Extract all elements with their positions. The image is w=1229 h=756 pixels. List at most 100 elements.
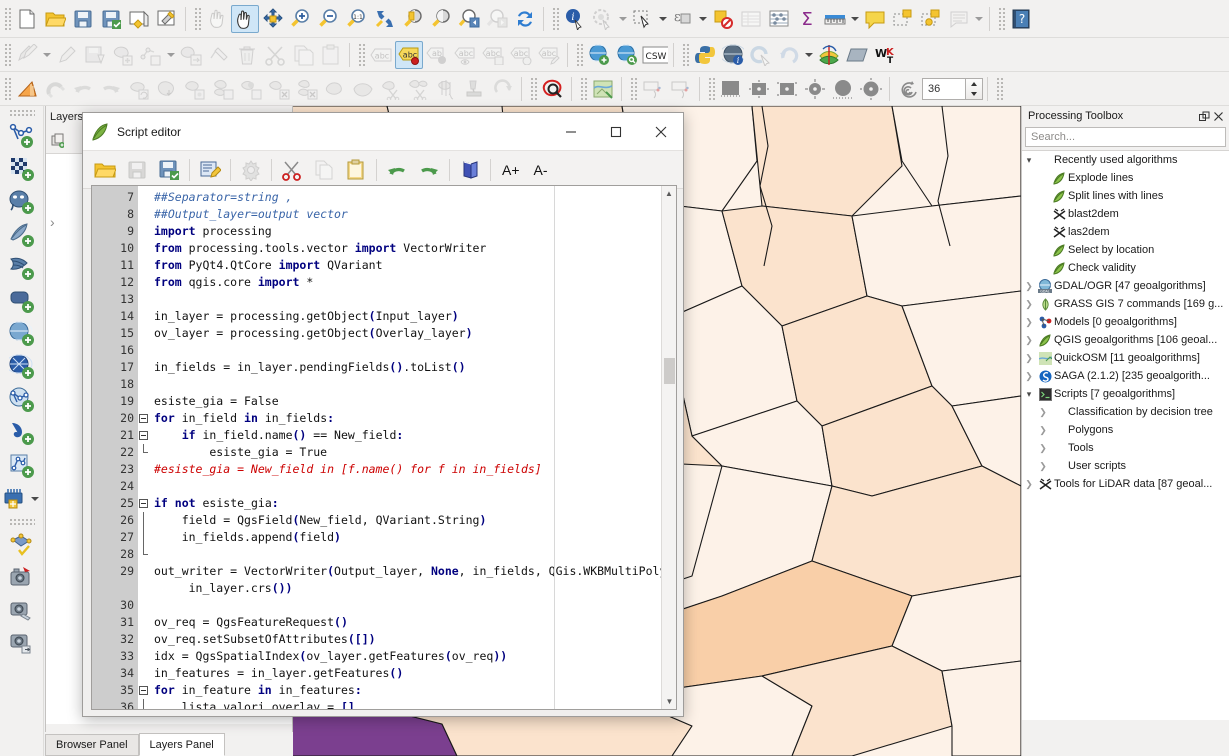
toolbox-tree-item[interactable]: ❯ GRASS GIS 7 commands [169 g... — [1022, 295, 1229, 313]
paste-button[interactable] — [340, 154, 372, 186]
toolbar-grip[interactable] — [629, 75, 637, 102]
chevron-right-icon[interactable]: ❯ — [1036, 425, 1050, 436]
composer-manager-button[interactable] — [153, 5, 181, 33]
add-part-button[interactable] — [209, 75, 237, 103]
toolbox-tree-item[interactable]: ❯ User scripts — [1022, 457, 1229, 475]
shape-segments-stepper[interactable] — [966, 77, 983, 100]
toolbox-tree-item[interactable]: ❯ GDAL GDAL/OGR [47 geoalgorithms] — [1022, 277, 1229, 295]
qgis2web-button[interactable] — [5, 561, 39, 594]
redo-button[interactable] — [97, 75, 125, 103]
move-feature-button[interactable] — [177, 41, 205, 69]
chevron-down-icon[interactable]: ▾ — [1022, 389, 1036, 400]
rotate-point-symbols-button[interactable] — [489, 75, 517, 103]
pan-map-button[interactable] — [231, 4, 259, 33]
toolbar-grip[interactable] — [529, 75, 537, 102]
script-editor-titlebar[interactable]: Script editor — [83, 113, 683, 151]
zoom-out-button[interactable] — [315, 5, 343, 33]
touch-zoom-pan-button[interactable] — [203, 5, 231, 33]
current-edits-dropdown[interactable] — [41, 41, 53, 69]
python-console-button[interactable] — [691, 41, 719, 69]
toolbox-tree-item[interactable]: las2dem — [1022, 223, 1229, 241]
metasearch-button[interactable]: i — [719, 41, 747, 69]
qgis-cloud-button[interactable] — [747, 41, 775, 69]
toolbar-grip[interactable] — [8, 109, 35, 117]
new-text-annotation-button[interactable] — [889, 5, 917, 33]
statistical-summary-button[interactable]: Σ — [793, 5, 821, 33]
new-print-composer-button[interactable] — [125, 5, 153, 33]
semi-automatic-classification-button[interactable] — [815, 41, 843, 69]
toolbar-grip[interactable] — [3, 5, 11, 32]
pan-to-selection-button[interactable] — [259, 5, 287, 33]
delete-selected-button[interactable] — [233, 41, 261, 69]
tab-browser-panel[interactable]: Browser Panel — [45, 734, 139, 756]
wkt-button[interactable]: WKT — [871, 41, 899, 69]
toolbox-tree-item[interactable]: ❯ Polygons — [1022, 421, 1229, 439]
shape-square-center-button[interactable] — [745, 75, 773, 103]
rotate-label-button[interactable]: abc — [507, 41, 535, 69]
add-mssql-layer-button[interactable] — [5, 251, 39, 284]
delete-part-button[interactable] — [293, 75, 321, 103]
script-editor-code-area[interactable]: 7 8 9 10 11 12 13 14 15 16 17 18 19 20 21 22 23 24 25 26 27 2… — [91, 185, 677, 710]
zoom-last-button[interactable] — [455, 5, 483, 33]
toolbox-tree-item[interactable]: ❯ Tools for LiDAR data [87 geoal... — [1022, 475, 1229, 493]
merge-attributes-button[interactable] — [461, 75, 489, 103]
toolbox-search-input[interactable]: Search... — [1025, 127, 1226, 147]
undo-button[interactable] — [69, 75, 97, 103]
show-hide-labels-button[interactable]: ab — [423, 41, 451, 69]
map-tips-button[interactable] — [861, 5, 889, 33]
rotate-feature-button[interactable] — [125, 75, 153, 103]
toolbox-tree-item[interactable]: ❯ Classification by decision tree — [1022, 403, 1229, 421]
current-edits-button[interactable] — [13, 41, 41, 69]
copy-button[interactable] — [308, 154, 340, 186]
freehand-raster-button[interactable] — [5, 594, 39, 627]
annotation-dropdown[interactable] — [973, 5, 985, 33]
zoom-in-button[interactable] — [287, 5, 315, 33]
toolbar-grip[interactable] — [193, 5, 201, 32]
zoom-to-layer-button[interactable] — [427, 5, 455, 33]
chevron-right-icon[interactable]: ❯ — [1022, 479, 1036, 490]
fold-marker[interactable] — [138, 410, 150, 427]
snapping-options-button[interactable] — [41, 75, 69, 103]
chevron-right-icon[interactable]: ❯ — [1022, 317, 1036, 328]
new-project-button[interactable] — [13, 5, 41, 33]
add-group-icon[interactable] — [50, 133, 64, 148]
select-features-dropdown[interactable] — [657, 5, 669, 33]
label-button[interactable]: abc — [367, 41, 395, 69]
code-folding-column[interactable] — [138, 186, 150, 709]
spiral-button[interactable] — [894, 75, 922, 103]
georeferencer-button[interactable] — [589, 75, 617, 103]
run-script-button[interactable] — [235, 154, 267, 186]
toolbar-grip[interactable] — [3, 75, 11, 102]
toolbar-grip[interactable] — [681, 41, 689, 68]
feature-action-dropdown[interactable] — [617, 5, 629, 33]
script-editor-dialog[interactable]: Script editor A+ A- 7 8 9 10 11 12 13 14… — [82, 112, 684, 717]
toolbox-tree-item[interactable]: ❯ SAGA (2.1.2) [235 geoalgorith... — [1022, 367, 1229, 385]
identify-features-button[interactable]: i — [561, 5, 589, 33]
undock-icon[interactable] — [1197, 109, 1211, 123]
add-spatialite-layer-button[interactable] — [5, 218, 39, 251]
chevron-right-icon[interactable]: ❯ — [1022, 353, 1036, 364]
open-script-button[interactable] — [89, 154, 121, 186]
add-raster-layer-button[interactable] — [5, 152, 39, 185]
deselect-features-button[interactable] — [709, 5, 737, 33]
zoom-next-button[interactable] — [483, 5, 511, 33]
measure-dropdown[interactable] — [849, 5, 861, 33]
fold-marker[interactable] — [138, 512, 150, 529]
toolbox-tree[interactable]: ▾ Recently used algorithms Explode lines Sp… — [1022, 150, 1229, 720]
save-project-button[interactable] — [69, 5, 97, 33]
fold-marker[interactable] — [138, 699, 150, 709]
pin-labels-button[interactable]: abc — [395, 40, 423, 69]
change-label-button[interactable]: abc — [535, 41, 563, 69]
toolbar-grip[interactable] — [3, 41, 11, 68]
toolbox-tree-item[interactable]: ▾ Scripts [7 geoalgorithms] — [1022, 385, 1229, 403]
scrollbar-thumb[interactable] — [664, 358, 675, 384]
cut-features-button[interactable] — [261, 41, 289, 69]
scroll-up-arrow[interactable]: ▲ — [662, 186, 676, 201]
csw-catalog-button[interactable]: CSW — [641, 41, 669, 69]
new-form-annotation-button[interactable] — [917, 5, 945, 33]
shape-square-corner-button[interactable] — [773, 75, 801, 103]
fill-ring-button[interactable] — [237, 75, 265, 103]
toolbox-tree-item[interactable]: ❯ QGIS geoalgorithms [106 geoal... — [1022, 331, 1229, 349]
shape-circle-center-button[interactable] — [857, 75, 885, 103]
select-features-button[interactable] — [629, 5, 657, 33]
